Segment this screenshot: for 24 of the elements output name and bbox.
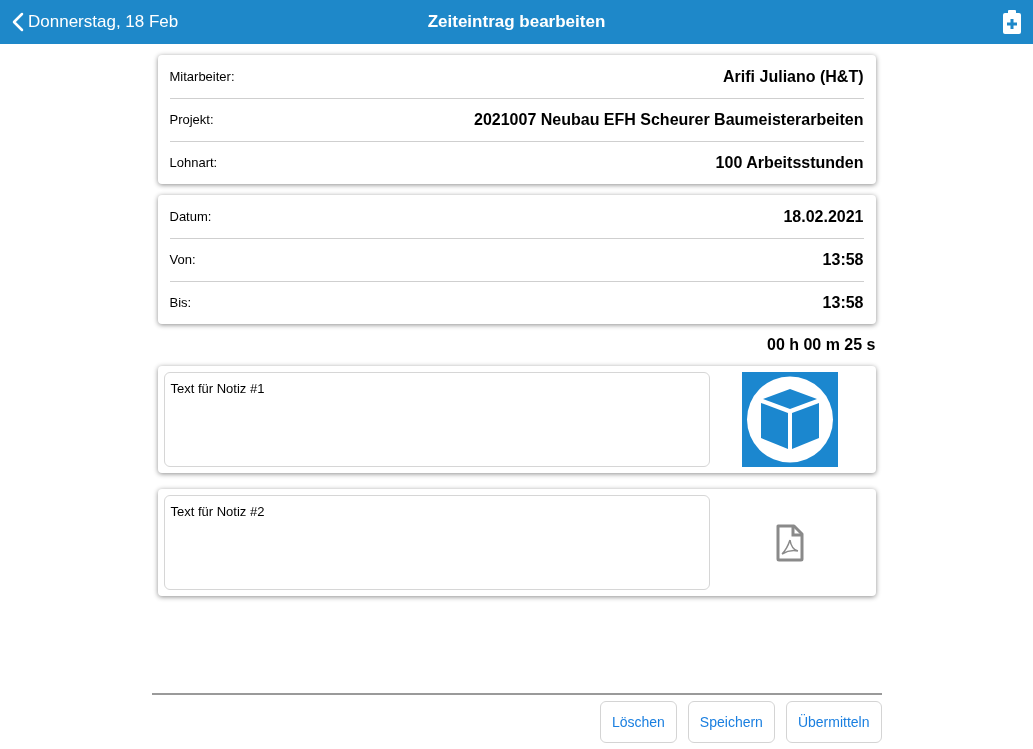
field-label: Lohnart: [169,154,218,173]
pdf-file-icon[interactable] [774,523,805,562]
back-button[interactable]: Donnerstag, 18 Feb [12,9,312,35]
field-label: Projekt: [169,111,214,130]
window-title: Zeiteintrag bearbeiten [426,11,607,34]
cube-thumbnail[interactable] [741,372,838,467]
field-value[interactable]: 100 Arbeitsstunden [715,151,864,175]
chevron-left-icon [12,12,24,32]
note-field[interactable]: Text für Notiz #1 [163,372,710,467]
field-label: Von: [169,251,196,270]
field-value[interactable]: 18.02.2021 [783,204,864,229]
duration-text: 00 h 00 m 25 s [767,335,876,355]
field-label: Mitarbeiter: [169,67,235,86]
field-value[interactable]: 13:58 [822,248,864,272]
clipboard-plus-icon[interactable] [1003,10,1021,34]
note-field[interactable]: Text für Notiz #2 [163,495,710,590]
field-value[interactable]: Arifi Juliano (H&T) [723,64,864,89]
action-button[interactable]: Löschen [599,701,677,743]
field-value[interactable]: 2021007 Neubau EFH Scheurer Baumeisterarbeiten [474,108,864,132]
action-button[interactable]: Übermitteln [785,701,882,743]
field-value[interactable]: 13:58 [822,291,864,315]
field-label: Datum: [169,207,212,226]
action-button[interactable]: Speichern [687,701,775,743]
field-label: Bis: [169,294,192,313]
